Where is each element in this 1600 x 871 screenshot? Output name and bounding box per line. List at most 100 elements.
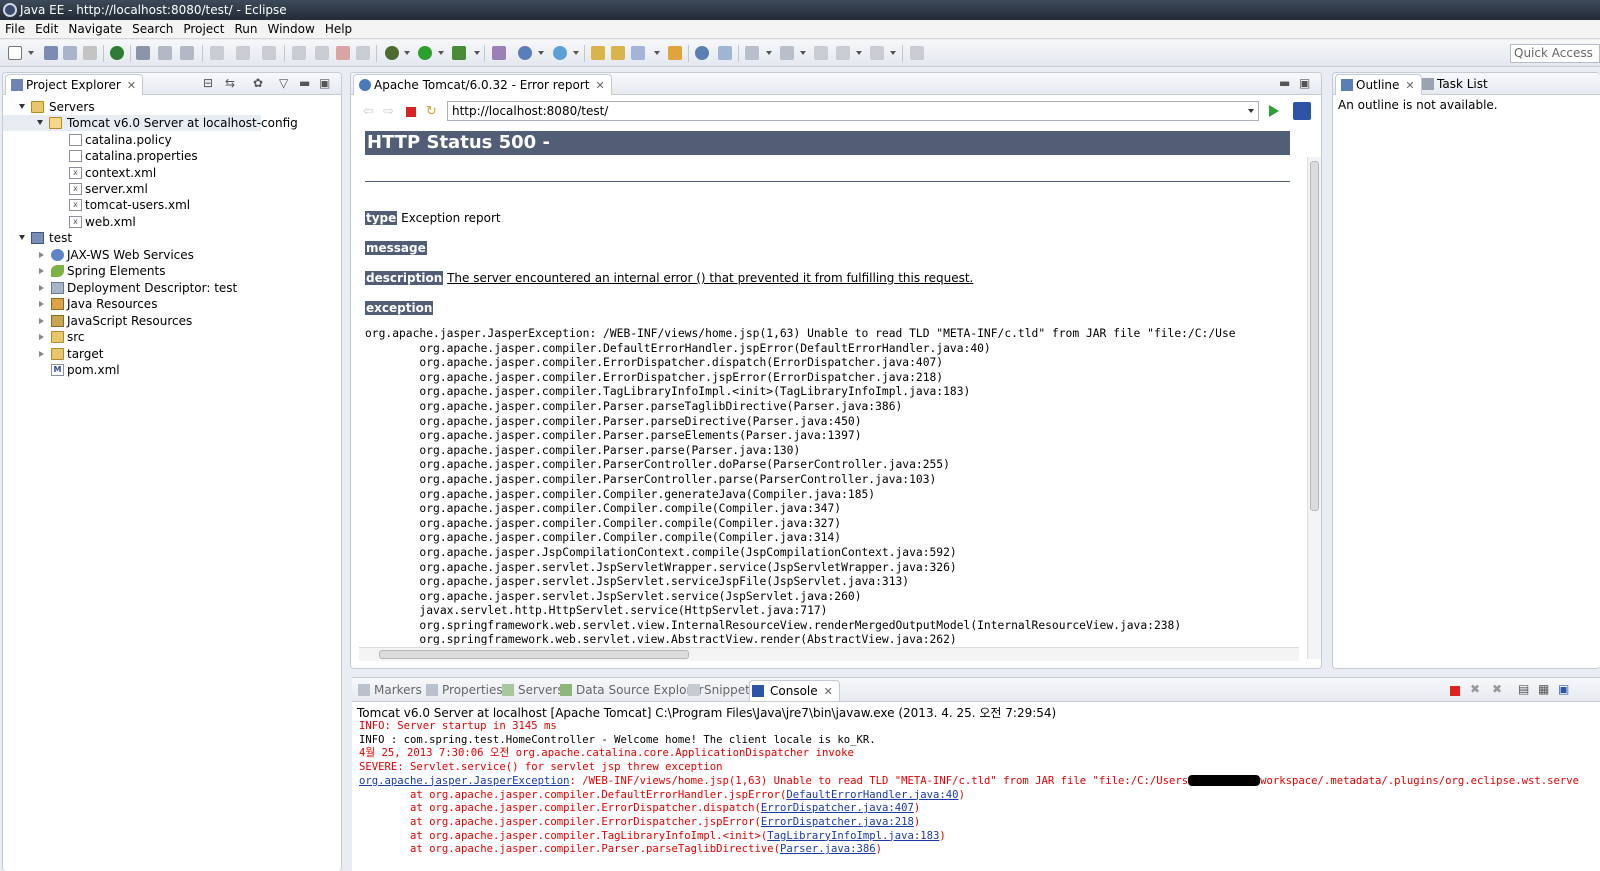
- tab-properties[interactable]: Properties: [424, 680, 503, 701]
- maximize-icon[interactable]: ▣: [319, 76, 330, 90]
- new-package-icon[interactable]: [518, 46, 532, 60]
- close-icon[interactable]: ✕: [1405, 76, 1414, 96]
- run-icon[interactable]: [418, 46, 432, 60]
- scroll-lock-icon[interactable]: ▦: [1538, 682, 1549, 696]
- run-dropdown-icon[interactable]: [438, 51, 444, 55]
- clear-console-icon[interactable]: ▤: [1518, 682, 1529, 696]
- tab-markers[interactable]: Markers: [356, 680, 422, 701]
- step-into-icon[interactable]: [236, 46, 250, 60]
- horizontal-scrollbar[interactable]: [359, 647, 1299, 661]
- forward-arrow-icon[interactable]: ⇨: [383, 104, 397, 119]
- close-icon[interactable]: ✕: [595, 76, 604, 96]
- close-icon[interactable]: ✕: [127, 76, 136, 96]
- back-dropdown-icon[interactable]: [856, 51, 862, 55]
- link-with-editor-icon[interactable]: ⇆: [225, 76, 235, 90]
- print-icon[interactable]: [83, 46, 97, 60]
- save-all-icon[interactable]: [63, 46, 77, 60]
- scroll-thumb[interactable]: [379, 650, 689, 659]
- quick-access-input[interactable]: Quick Access: [1510, 44, 1600, 63]
- minimize-icon[interactable]: ▬: [1279, 76, 1290, 90]
- last-edit-icon[interactable]: [814, 46, 828, 60]
- new-server-icon[interactable]: [492, 46, 506, 60]
- url-input[interactable]: http://localhost:8080/test/: [447, 101, 1259, 121]
- menu-project[interactable]: Project: [178, 20, 229, 38]
- pin-editor-icon[interactable]: [910, 46, 924, 60]
- go-icon[interactable]: [1269, 105, 1279, 117]
- new-package-dropdown-icon[interactable]: [538, 51, 544, 55]
- new-icon[interactable]: [8, 46, 22, 60]
- toggle-mark-occurrences-icon[interactable]: [718, 46, 732, 60]
- next-annotation-icon[interactable]: [745, 46, 759, 60]
- forward-dropdown-icon[interactable]: [890, 51, 896, 55]
- source-link[interactable]: Parser.java:386: [780, 843, 876, 855]
- back-arrow-icon[interactable]: ⇦: [363, 104, 377, 119]
- external-tools-dropdown-icon[interactable]: [474, 51, 480, 55]
- menu-navigate[interactable]: Navigate: [63, 20, 127, 38]
- step-over-icon[interactable]: [262, 46, 276, 60]
- source-link[interactable]: ErrorDispatcher.java:407: [761, 802, 914, 814]
- external-tools-icon[interactable]: [452, 46, 466, 60]
- pin-console-icon[interactable]: ▣: [1558, 682, 1569, 696]
- source-link[interactable]: ErrorDispatcher.java:218: [761, 816, 914, 828]
- tab-error-report[interactable]: Apache Tomcat/6.0.32 - Error report ✕: [353, 74, 612, 95]
- remove-all-terminated-icon[interactable]: ✖: [1492, 682, 1502, 696]
- tab-console[interactable]: Console ✕: [749, 680, 840, 701]
- tab-snippets[interactable]: Snippets: [686, 680, 756, 701]
- menu-file[interactable]: File: [0, 20, 30, 38]
- refresh-icon[interactable]: ↻: [426, 104, 440, 119]
- pause-icon[interactable]: [315, 46, 329, 60]
- previous-annotation-icon[interactable]: [780, 46, 794, 60]
- previous-annotation-dropdown-icon[interactable]: [800, 51, 806, 55]
- maximize-icon[interactable]: ▣: [1299, 76, 1310, 90]
- globe-icon[interactable]: [695, 46, 709, 60]
- source-link[interactable]: TagLibraryInfoImpl.java:183: [767, 830, 939, 842]
- open-web-browser-icon[interactable]: [668, 46, 682, 60]
- skip-breakpoints-icon[interactable]: [136, 46, 150, 60]
- debug-icon[interactable]: [385, 46, 399, 60]
- menu-run[interactable]: Run: [229, 20, 262, 38]
- menu-search[interactable]: Search: [127, 20, 178, 38]
- resume-icon[interactable]: [158, 46, 172, 60]
- tab-project-explorer[interactable]: Project Explorer ✕: [5, 74, 144, 96]
- search-icon[interactable]: [631, 46, 645, 60]
- scroll-thumb[interactable]: [1310, 161, 1319, 511]
- open-external-browser-icon[interactable]: [1293, 102, 1311, 120]
- server-icon[interactable]: [110, 46, 124, 60]
- source-link[interactable]: DefaultErrorHandler.java:40: [786, 789, 958, 801]
- vertical-scrollbar[interactable]: [1307, 157, 1321, 659]
- tree-item-tomcat-config[interactable]: Tomcat v6.0 Server at localhost-config: [3, 115, 298, 131]
- step-icon[interactable]: [210, 46, 224, 60]
- collapse-all-icon[interactable]: ⊟: [203, 76, 213, 90]
- disconnect-icon[interactable]: [356, 46, 370, 60]
- tab-data-source-explorer[interactable]: Data Source Explorer: [558, 680, 703, 701]
- chevron-down-icon[interactable]: ▽: [279, 76, 288, 90]
- menu-window[interactable]: Window: [262, 20, 319, 38]
- menu-edit[interactable]: Edit: [30, 20, 63, 38]
- tab-task-list[interactable]: Task List: [1417, 74, 1494, 95]
- forward-icon[interactable]: [870, 46, 884, 60]
- next-annotation-dropdown-icon[interactable]: [766, 51, 772, 55]
- new-class-dropdown-icon[interactable]: [573, 51, 579, 55]
- drop-frame-icon[interactable]: [292, 46, 306, 60]
- open-task-icon[interactable]: [611, 46, 625, 60]
- view-menu-icon[interactable]: ✿: [253, 76, 263, 90]
- terminate-icon[interactable]: [1450, 686, 1460, 696]
- tab-outline[interactable]: Outline ✕: [1335, 74, 1422, 95]
- back-icon[interactable]: [836, 46, 850, 60]
- new-dropdown-icon[interactable]: [28, 51, 34, 55]
- stop-icon[interactable]: [336, 46, 350, 60]
- remove-launch-icon[interactable]: ✖: [1470, 682, 1480, 696]
- open-type-icon[interactable]: [591, 46, 605, 60]
- stop-icon[interactable]: [406, 107, 416, 117]
- suspend-icon[interactable]: [180, 46, 194, 60]
- menu-help[interactable]: Help: [320, 20, 357, 38]
- exception-link[interactable]: org.apache.jasper.JasperException: [359, 775, 569, 787]
- tab-servers[interactable]: Servers: [500, 680, 564, 701]
- new-class-icon[interactable]: [553, 46, 567, 60]
- url-history-dropdown-icon[interactable]: [1248, 109, 1254, 113]
- minimize-icon[interactable]: ▬: [299, 76, 310, 90]
- save-icon[interactable]: [44, 46, 58, 60]
- debug-dropdown-icon[interactable]: [404, 51, 410, 55]
- search-dropdown-icon[interactable]: [654, 51, 660, 55]
- close-icon[interactable]: ✕: [824, 682, 833, 702]
